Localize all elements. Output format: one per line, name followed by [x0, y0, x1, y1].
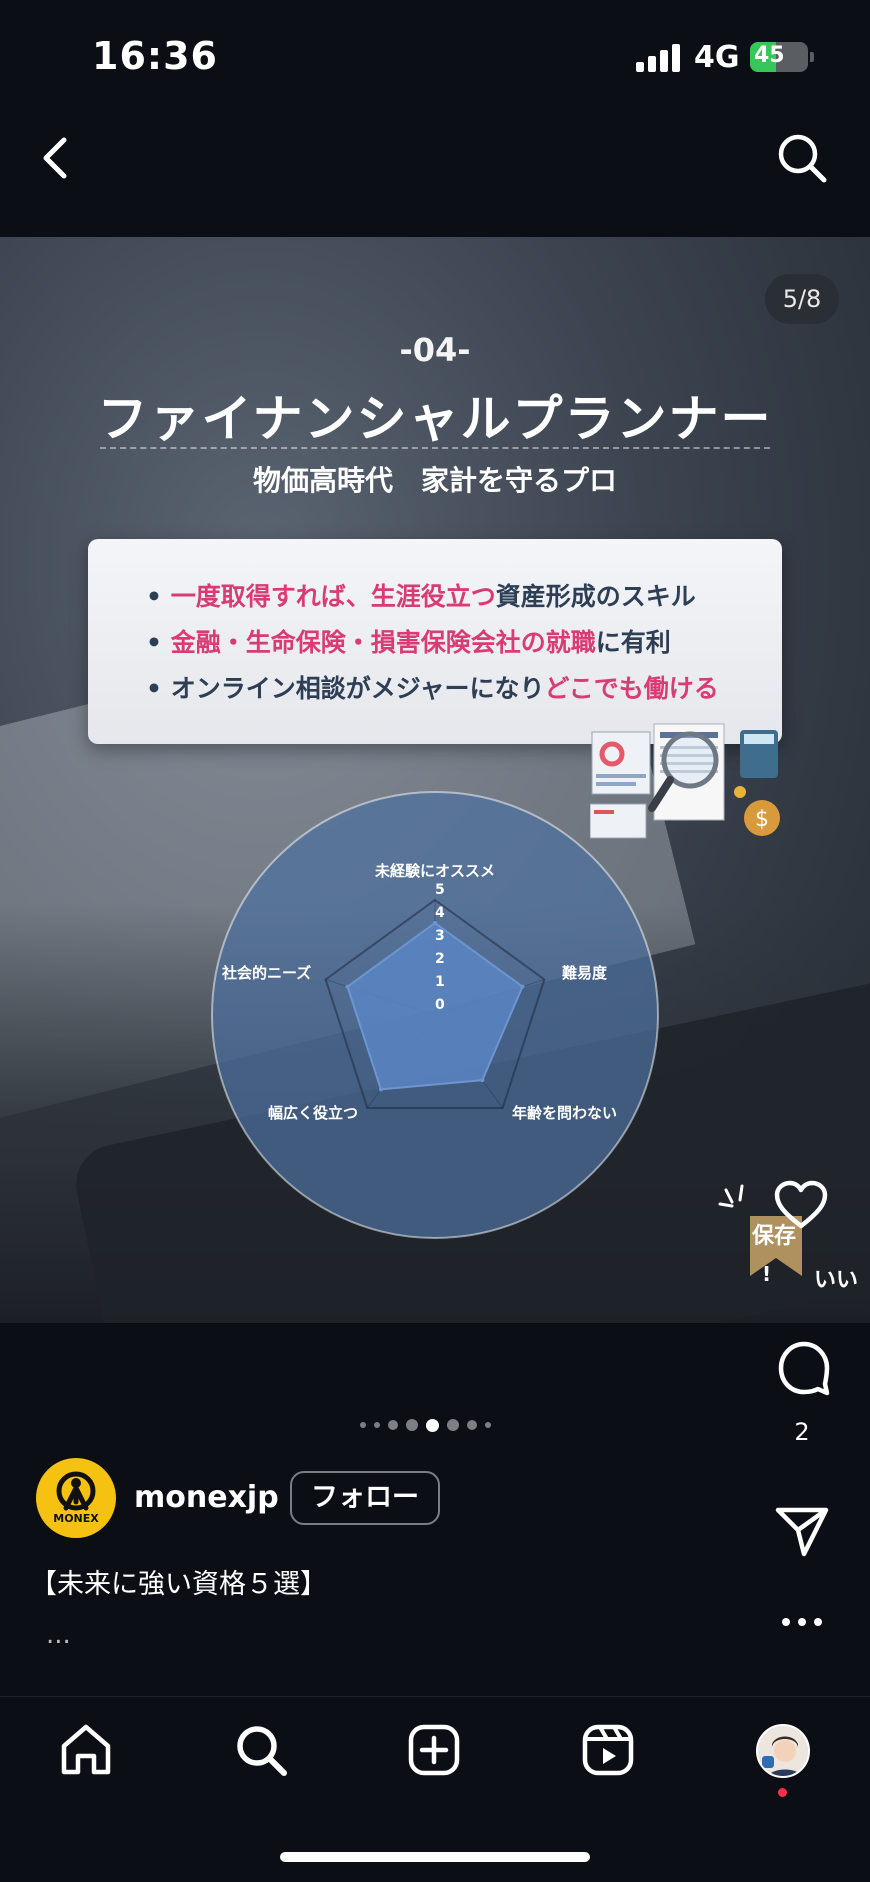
radar-axis-label: 難易度	[562, 964, 608, 982]
battery-icon: 45	[750, 42, 808, 72]
radar-tick: 3	[435, 928, 445, 944]
comment-icon[interactable]	[776, 1340, 832, 1396]
reels-icon[interactable]	[580, 1722, 636, 1778]
pagination-dot	[360, 1422, 366, 1428]
bullet-mark: •	[146, 628, 162, 657]
sparkle-icon	[718, 1184, 744, 1208]
radar-point	[520, 984, 525, 989]
status-bar: 16:36 4G 45	[0, 0, 870, 110]
radar-tick: 5	[435, 882, 445, 898]
benefit-1-text: 資産形成のスキル	[495, 582, 696, 611]
carousel-pagination	[360, 1414, 491, 1436]
benefit-line-1: • 一度取得すれば、生涯役立つ資産形成のスキル	[146, 577, 782, 613]
network-type: 4G	[694, 40, 740, 75]
more-options-icon[interactable]	[774, 1602, 830, 1642]
search-icon[interactable]	[774, 130, 830, 186]
create-post-icon[interactable]	[406, 1722, 462, 1778]
radar-axis-label: 幅広く役立つ	[268, 1104, 359, 1122]
benefit-3-text: オンライン相談がメジャーになり	[170, 674, 545, 703]
post-image-carousel[interactable]: 5/8 -04- ファイナンシャルプランナー 物価高時代 家計を守るプロ • 一…	[0, 237, 870, 1323]
slide-number-label: -04-	[399, 331, 471, 369]
explore-search-icon[interactable]	[233, 1722, 289, 1778]
title-divider	[100, 447, 770, 449]
clock: 16:36	[92, 34, 218, 78]
exclamation-mark: !	[762, 1262, 772, 1286]
caption-more[interactable]: ...	[46, 1620, 71, 1650]
radar-axis-label: 社会的ニーズ	[222, 964, 312, 982]
radar-chart-svg	[211, 791, 659, 1239]
slide-counter: 5/8	[765, 274, 839, 324]
monex-logo-icon	[56, 1471, 96, 1511]
svg-text:$: $	[755, 807, 769, 832]
radar-tick: 0	[435, 997, 445, 1013]
slide-title: ファイナンシャルプランナー	[97, 390, 773, 448]
account-avatar[interactable]: MONEX	[36, 1458, 116, 1538]
like-heart-icon[interactable]	[773, 1178, 829, 1234]
benefit-2-highlight: 金融・生命保険・損害保険会社の就職	[170, 628, 596, 657]
radar-tick: 4	[435, 905, 445, 921]
home-indicator	[280, 1852, 590, 1862]
pagination-dot	[374, 1422, 380, 1428]
home-icon[interactable]	[58, 1722, 114, 1778]
avatar-brand-text: MONEX	[53, 1512, 99, 1525]
radar-axis-label: 年齢を問わない	[512, 1104, 618, 1122]
good-label: いい	[814, 1268, 859, 1293]
battery-tip	[810, 52, 814, 62]
back-chevron-icon[interactable]	[34, 130, 78, 186]
radar-point	[433, 921, 437, 925]
pagination-dot	[485, 1422, 491, 1428]
slide-subtitle: 物価高時代 家計を守るプロ	[252, 464, 617, 497]
radar-tick: 1	[435, 974, 445, 990]
notification-dot	[778, 1788, 787, 1797]
radar-tick: 2	[435, 951, 445, 967]
radar-point	[345, 984, 350, 989]
benefits-card: • 一度取得すれば、生涯役立つ資産形成のスキル • 金融・生命保険・損害保険会社…	[88, 539, 782, 744]
radar-point	[378, 1087, 383, 1092]
benefit-line-2: • 金融・生命保険・損害保険会社の就職に有利	[146, 623, 782, 659]
benefit-line-3: • オンライン相談がメジャーになりどこでも働ける	[146, 669, 782, 705]
pagination-dot	[388, 1420, 398, 1430]
profile-avatar[interactable]	[756, 1724, 810, 1778]
follow-button[interactable]: フォロー	[290, 1471, 440, 1525]
cellular-signal-icon	[636, 44, 680, 72]
radar-point	[480, 1078, 485, 1083]
pagination-dot	[447, 1419, 459, 1431]
pagination-dot	[426, 1418, 439, 1432]
pagination-dot	[406, 1419, 418, 1431]
share-send-icon[interactable]	[774, 1502, 830, 1558]
bullet-mark: •	[146, 674, 162, 703]
username[interactable]: monexjp	[134, 1480, 279, 1515]
benefit-2-text: に有利	[595, 628, 671, 657]
bullet-mark: •	[146, 582, 162, 611]
post-caption[interactable]: 【未来に強い資格５選】	[30, 1562, 327, 1601]
benefit-1-highlight: 一度取得すれば、生涯役立つ	[170, 582, 496, 611]
radar-chart: 未経験にオススメ 難易度 年齢を問わない 幅広く役立つ 社会的ニーズ 5 4 3…	[210, 790, 660, 1240]
radar-axis-label: 未経験にオススメ	[375, 862, 496, 880]
battery-percent: 45	[754, 43, 785, 68]
benefit-3-highlight: どこでも働ける	[544, 674, 719, 703]
comment-count: 2	[794, 1418, 810, 1446]
pagination-dot	[467, 1420, 477, 1430]
